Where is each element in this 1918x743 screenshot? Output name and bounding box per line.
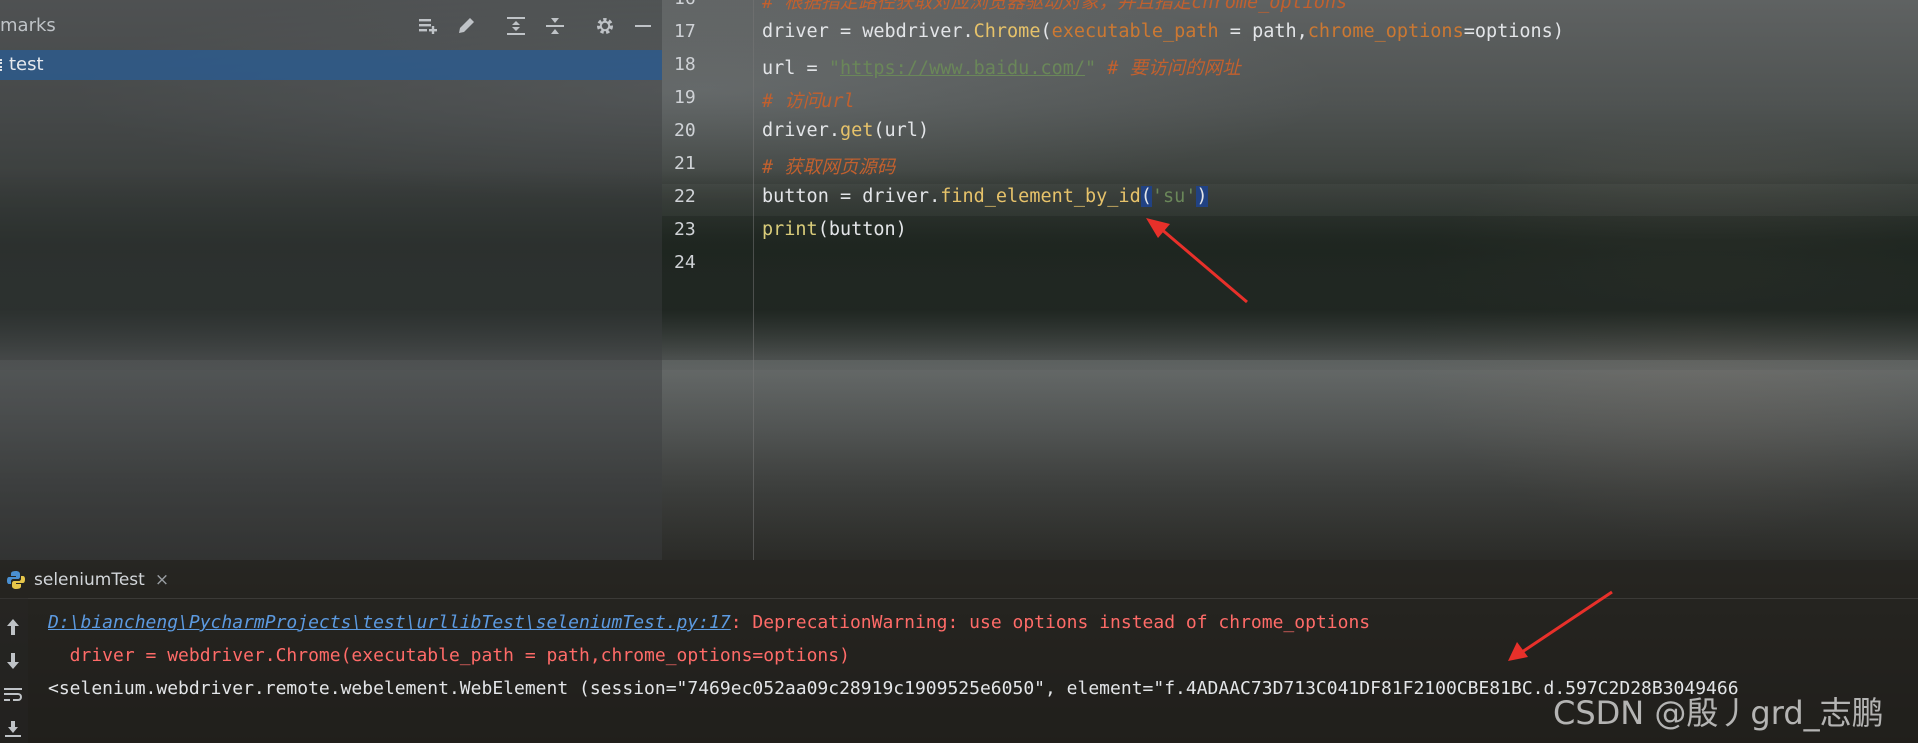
code-token: # 要访问的网址 bbox=[1096, 58, 1241, 79]
line-number: 22 bbox=[674, 186, 696, 207]
bookmark-tree-item[interactable]: test bbox=[0, 50, 662, 80]
code-token: " bbox=[1085, 58, 1097, 79]
code-token: chrome_options bbox=[1307, 21, 1464, 42]
code-token: url = bbox=[762, 58, 829, 79]
code-line: url = "https://www.baidu.com/" # 要访问的网址 bbox=[762, 54, 1241, 80]
line-number: 24 bbox=[674, 252, 696, 273]
scroll-to-end-icon[interactable] bbox=[2, 718, 24, 740]
code-line: # 根据指定路径获取对应浏览器驱动对象，并且指定chrome_options bbox=[762, 0, 1347, 14]
code-token: find_element_by_id bbox=[940, 186, 1141, 207]
code-line: driver.get(url) bbox=[762, 120, 929, 141]
bookmark-tree-item-label: test bbox=[9, 54, 44, 75]
code-token: (button) bbox=[817, 219, 907, 240]
code-token: =options) bbox=[1463, 21, 1564, 42]
panel-title: marks bbox=[0, 15, 56, 36]
csdn-watermark: CSDN @殷丿grd_志鹏 bbox=[1553, 694, 1884, 732]
code-token: # 根据指定路径获取对应浏览器驱动对象，并且指定chrome_options bbox=[762, 0, 1348, 13]
code-line: # 访问url bbox=[762, 87, 855, 113]
arrow-down-icon[interactable] bbox=[2, 650, 24, 672]
tab-seleniumTest[interactable]: seleniumTest × bbox=[6, 567, 169, 593]
line-number: 23 bbox=[674, 219, 696, 240]
minimize-icon[interactable] bbox=[630, 13, 656, 39]
close-icon[interactable]: × bbox=[155, 570, 169, 590]
code-token: get bbox=[839, 120, 874, 141]
line-number: 20 bbox=[674, 120, 696, 141]
code-line: driver = webdriver.Chrome(executable_pat… bbox=[762, 21, 1564, 42]
console-line: driver = webdriver.Chrome(executable_pat… bbox=[48, 645, 850, 666]
code-token: ( bbox=[1140, 186, 1152, 207]
console-file-link[interactable]: D:\biancheng\PycharmProjects\test\urllib… bbox=[48, 612, 731, 633]
line-number: 19 bbox=[674, 87, 696, 108]
code-token: ( bbox=[1040, 21, 1052, 42]
gutter-divider bbox=[753, 0, 754, 560]
line-number-gutter: 16 17 18 19 20 21 22 23 24 bbox=[662, 0, 754, 560]
run-tab-label: seleniumTest bbox=[34, 570, 145, 590]
code-token: button = driver. bbox=[762, 186, 941, 207]
code-token: # 获取网页源码 bbox=[762, 157, 896, 178]
run-side-toolbar bbox=[0, 598, 28, 743]
list-icon bbox=[0, 59, 8, 71]
collapse-all-icon[interactable] bbox=[542, 13, 568, 39]
code-line: print(button) bbox=[762, 219, 907, 240]
code-token: = path, bbox=[1218, 21, 1308, 42]
add-bookmark-icon[interactable] bbox=[415, 13, 441, 39]
code-token: ) bbox=[1196, 186, 1208, 207]
code-token: 'su' bbox=[1151, 186, 1197, 207]
console-line: D:\biancheng\PycharmProjects\test\urllib… bbox=[48, 612, 1370, 633]
code-token: (url) bbox=[873, 120, 930, 141]
console-text: <selenium.webdriver.remote.webelement.We… bbox=[48, 678, 1739, 699]
line-number: 17 bbox=[674, 21, 696, 42]
python-icon bbox=[7, 571, 25, 589]
soft-wrap-icon[interactable] bbox=[2, 684, 24, 706]
line-number: 21 bbox=[674, 153, 696, 174]
settings-icon[interactable] bbox=[592, 13, 618, 39]
console-line: <selenium.webdriver.remote.webelement.We… bbox=[48, 678, 1739, 699]
console-text: : DeprecationWarning: use options instea… bbox=[730, 612, 1371, 633]
bookmarks-panel: marks test bbox=[0, 0, 662, 560]
code-token: " bbox=[828, 58, 840, 79]
code-token: Chrome bbox=[973, 21, 1041, 42]
code-line: button = driver.find_element_by_id('su') bbox=[762, 186, 1208, 207]
code-token: https://www.baidu.com/ bbox=[839, 58, 1086, 79]
code-token: executable_path bbox=[1051, 21, 1219, 42]
code-token: # 访问url bbox=[762, 91, 855, 112]
line-number: 18 bbox=[674, 54, 696, 75]
code-token: driver = webdriver. bbox=[762, 21, 974, 42]
code-token: driver. bbox=[762, 120, 840, 141]
edit-icon[interactable] bbox=[453, 13, 479, 39]
arrow-up-icon[interactable] bbox=[2, 616, 24, 638]
run-tab-bar bbox=[0, 560, 1918, 599]
console-text: driver = webdriver.Chrome(executable_pat… bbox=[48, 645, 850, 666]
line-number: 16 bbox=[674, 0, 714, 9]
code-line: # 获取网页源码 bbox=[762, 153, 895, 179]
code-token: print bbox=[762, 219, 818, 240]
bookmarks-panel-header: marks bbox=[0, 0, 662, 50]
expand-all-icon[interactable] bbox=[503, 13, 529, 39]
code-editor[interactable]: 16 17 18 19 20 21 22 23 24 # 根据指定路径获取对应浏览器驱动对象，并… bbox=[662, 0, 1918, 560]
